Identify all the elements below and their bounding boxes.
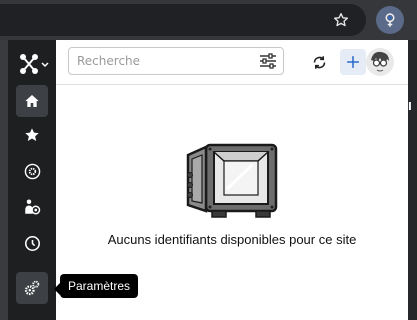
sidebar-item-shared[interactable]: [16, 191, 48, 223]
sidebar-item-settings-circle[interactable]: [16, 155, 48, 187]
gears-icon: [24, 280, 40, 296]
add-button[interactable]: [340, 49, 366, 75]
sidebar-item-parametres[interactable]: [16, 272, 48, 304]
sidebar-item-home[interactable]: [16, 85, 48, 117]
page-fragment: l: [408, 100, 412, 113]
refresh-button[interactable]: [306, 49, 332, 75]
browser-toolbar: [0, 0, 417, 40]
clock-icon: [24, 235, 40, 251]
popup-header: [56, 40, 408, 85]
app-logo-menu[interactable]: [12, 48, 56, 80]
gear-circle-icon: [24, 163, 40, 179]
search-input[interactable]: [69, 48, 245, 74]
page-edge-right: [408, 40, 417, 320]
avatar[interactable]: [366, 48, 394, 76]
extension-icon[interactable]: [376, 6, 404, 34]
empty-state-message: Aucuns identifiants disponibles pour ce …: [107, 232, 357, 247]
sidebar-item-recent[interactable]: [16, 227, 48, 259]
bookmark-star-icon[interactable]: [330, 9, 352, 31]
address-bar[interactable]: [0, 4, 366, 36]
refresh-icon: [313, 55, 325, 69]
page-edge: [0, 40, 8, 320]
home-icon: [25, 95, 39, 107]
star-icon: [25, 128, 39, 141]
user-gear-icon: [25, 199, 41, 215]
app-logo-icon: [20, 54, 49, 74]
plus-icon: [347, 56, 359, 68]
sidebar: [8, 40, 56, 320]
sidebar-item-favorites[interactable]: [16, 119, 48, 151]
open-safe-illustration: [186, 143, 278, 218]
sliders-icon[interactable]: [259, 53, 277, 69]
tooltip: Paramètres: [53, 274, 139, 298]
search-field[interactable]: [68, 47, 284, 75]
user-avatar-icon: [366, 48, 394, 76]
